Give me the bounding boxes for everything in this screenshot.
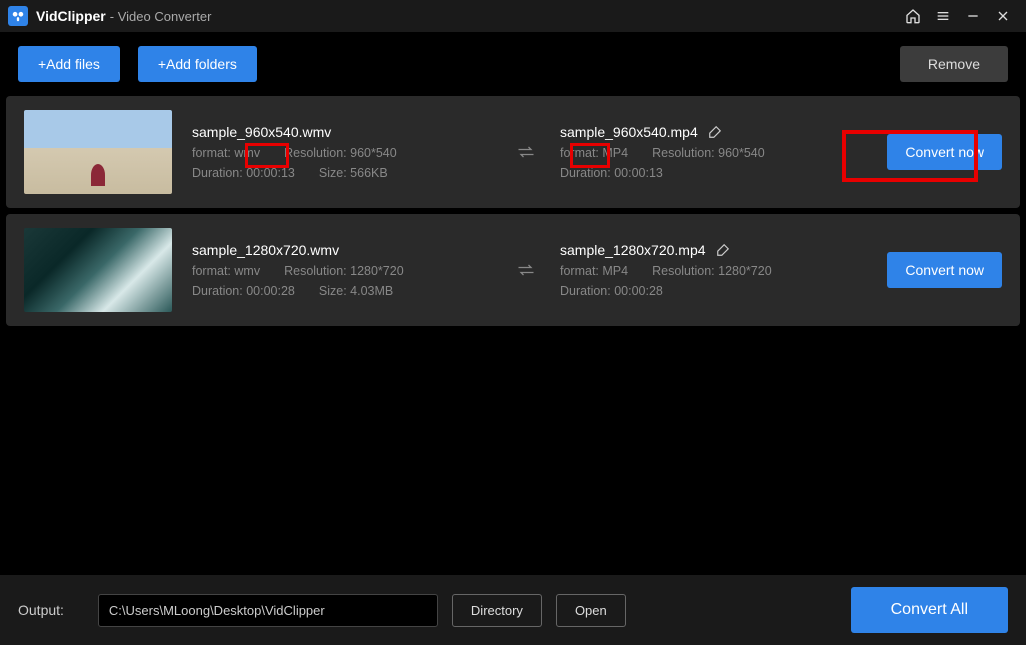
target-info: sample_960x540.mp4 format: MP4 Resolutio… [560,124,860,180]
add-files-button[interactable]: +Add files [18,46,120,82]
source-filename: sample_1280x720.wmv [192,242,492,258]
convert-all-button[interactable]: Convert All [851,587,1008,633]
app-name: VidClipper [36,8,106,24]
remove-button[interactable]: Remove [900,46,1008,82]
file-list: sample_960x540.wmv format: wmv Resolutio… [0,96,1026,326]
toolbar: +Add files +Add folders Remove [0,32,1026,96]
directory-button[interactable]: Directory [452,594,542,627]
app-logo [8,6,28,26]
file-card: sample_960x540.wmv format: wmv Resolutio… [6,96,1020,208]
source-info: sample_960x540.wmv format: wmv Resolutio… [192,124,492,180]
edit-icon[interactable] [716,243,730,257]
minimize-icon[interactable] [958,1,988,31]
video-thumbnail[interactable] [24,228,172,312]
file-card: sample_1280x720.wmv format: wmv Resoluti… [6,214,1020,326]
target-filename: sample_1280x720.mp4 [560,242,706,258]
swap-icon [512,262,540,278]
app-subtitle: - Video Converter [110,9,212,24]
source-info: sample_1280x720.wmv format: wmv Resoluti… [192,242,492,298]
output-path-input[interactable] [98,594,438,627]
add-folders-button[interactable]: +Add folders [138,46,257,82]
source-filename: sample_960x540.wmv [192,124,492,140]
home-icon[interactable] [898,1,928,31]
swap-icon [512,144,540,160]
convert-now-button[interactable]: Convert now [887,134,1002,170]
output-label: Output: [18,602,64,618]
edit-icon[interactable] [708,125,722,139]
target-filename: sample_960x540.mp4 [560,124,698,140]
video-thumbnail[interactable] [24,110,172,194]
menu-icon[interactable] [928,1,958,31]
titlebar: VidClipper - Video Converter [0,0,1026,32]
bottom-bar: Output: Directory Open Convert All [0,575,1026,645]
open-button[interactable]: Open [556,594,626,627]
convert-now-button[interactable]: Convert now [887,252,1002,288]
close-icon[interactable] [988,1,1018,31]
target-info: sample_1280x720.mp4 format: MP4 Resoluti… [560,242,860,298]
